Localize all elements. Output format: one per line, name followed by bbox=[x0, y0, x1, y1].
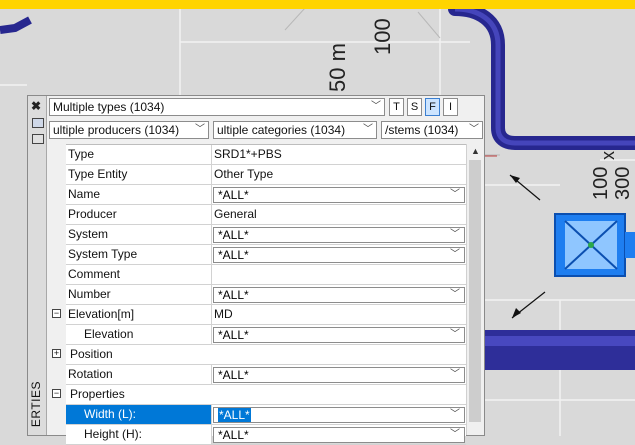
property-label: Comment bbox=[66, 265, 212, 284]
system-dropdown[interactable]: *ALL* ﹀ bbox=[213, 227, 465, 243]
collapse-icon[interactable]: − bbox=[52, 389, 61, 398]
toggle-s-button[interactable]: S bbox=[407, 98, 422, 116]
dimension-label-x: x bbox=[598, 151, 618, 160]
property-row-height[interactable]: Height (H): *ALL* ﹀ bbox=[66, 425, 466, 445]
group-label: Properties bbox=[66, 385, 466, 404]
producers-select-value: ultiple producers (1034) bbox=[53, 123, 180, 137]
property-value: MD bbox=[214, 307, 233, 321]
property-label: Name bbox=[66, 185, 212, 204]
elevation-dropdown[interactable]: *ALL* ﹀ bbox=[213, 327, 465, 343]
chevron-down-icon: ﹀ bbox=[450, 229, 460, 240]
property-label: Rotation bbox=[66, 365, 212, 384]
chevron-down-icon: ﹀ bbox=[450, 369, 460, 380]
expand-icon[interactable]: + bbox=[52, 349, 61, 358]
property-row-number[interactable]: Number *ALL* ﹀ bbox=[66, 285, 466, 305]
dropdown-value: *ALL* bbox=[218, 288, 249, 302]
dropdown-value: *ALL* bbox=[218, 248, 249, 262]
property-label: Producer bbox=[66, 205, 212, 224]
chevron-down-icon: ﹀ bbox=[450, 329, 460, 340]
property-row-system-type[interactable]: System Type *ALL* ﹀ bbox=[66, 245, 466, 265]
toggle-t-button[interactable]: T bbox=[389, 98, 404, 116]
palette-side-strip: ✖ ERTIES bbox=[28, 96, 47, 435]
chevron-down-icon: ﹀ bbox=[469, 124, 479, 135]
chevron-down-icon: ﹀ bbox=[450, 429, 460, 440]
dropdown-value: *ALL* bbox=[218, 408, 251, 422]
toggle-i-button[interactable]: I bbox=[443, 98, 458, 116]
property-label: Type bbox=[66, 145, 212, 164]
property-label: Width (L): bbox=[66, 405, 212, 424]
property-row-system[interactable]: System *ALL* ﹀ bbox=[66, 225, 466, 245]
property-row-comment[interactable]: Comment bbox=[66, 265, 466, 285]
pin-icon[interactable] bbox=[32, 118, 44, 128]
property-row-type[interactable]: Type SRD1*+PBS bbox=[66, 145, 466, 165]
palette-title: ERTIES bbox=[29, 380, 43, 427]
property-row-type-entity[interactable]: Type Entity Other Type bbox=[66, 165, 466, 185]
dropdown-value: *ALL* bbox=[218, 428, 249, 442]
scroll-up-icon[interactable]: ▲ bbox=[471, 146, 480, 156]
chevron-down-icon: ﹀ bbox=[363, 124, 373, 135]
property-value: Other Type bbox=[214, 167, 274, 181]
property-label: Height (H): bbox=[66, 425, 212, 444]
chevron-down-icon: ﹀ bbox=[450, 189, 460, 200]
property-row-name[interactable]: Name *ALL* ﹀ bbox=[66, 185, 466, 205]
property-row-producer[interactable]: Producer General bbox=[66, 205, 466, 225]
close-icon[interactable]: ✖ bbox=[31, 99, 41, 113]
property-label: Elevation bbox=[66, 325, 212, 344]
property-label: System bbox=[66, 225, 212, 244]
categories-select[interactable]: ultiple categories (1034) ﹀ bbox=[213, 121, 377, 139]
property-label: Number bbox=[66, 285, 212, 304]
property-label: System Type bbox=[66, 245, 212, 264]
type-select-value: Multiple types (1034) bbox=[53, 100, 165, 114]
name-dropdown[interactable]: *ALL* ﹀ bbox=[213, 187, 465, 203]
chevron-down-icon: ﹀ bbox=[195, 124, 205, 135]
property-value: SRD1*+PBS bbox=[214, 147, 282, 161]
systems-select[interactable]: /stems (1034) ﹀ bbox=[381, 121, 483, 139]
property-value: General bbox=[214, 207, 257, 221]
number-dropdown[interactable]: *ALL* ﹀ bbox=[213, 287, 465, 303]
dimension-label-300: 300 bbox=[612, 166, 634, 200]
height-dropdown[interactable]: *ALL* ﹀ bbox=[213, 427, 465, 443]
width-dropdown[interactable]: *ALL* ﹀ bbox=[213, 407, 465, 423]
dimension-label-100-top: 100 bbox=[370, 18, 395, 55]
group-label: Position bbox=[66, 345, 466, 364]
dropdown-value: *ALL* bbox=[218, 228, 249, 242]
dropdown-value: *ALL* bbox=[218, 328, 249, 342]
property-label: Type Entity bbox=[66, 165, 212, 184]
property-row-rotation[interactable]: Rotation *ALL* ﹀ bbox=[66, 365, 466, 385]
rotation-dropdown[interactable]: *ALL* ﹀ bbox=[213, 367, 465, 383]
properties-grid[interactable]: Type SRD1*+PBS Type Entity Other Type Na… bbox=[52, 144, 466, 445]
system-type-dropdown[interactable]: *ALL* ﹀ bbox=[213, 247, 465, 263]
type-select[interactable]: Multiple types (1034) ﹀ bbox=[49, 98, 385, 116]
toggle-f-button[interactable]: F bbox=[425, 98, 440, 116]
categories-select-value: ultiple categories (1034) bbox=[217, 123, 346, 137]
grid-scrollbar[interactable]: ▲ bbox=[466, 144, 484, 435]
scrollbar-thumb[interactable] bbox=[469, 160, 481, 422]
properties-menu-icon[interactable] bbox=[32, 134, 44, 144]
collapse-icon[interactable]: − bbox=[52, 309, 61, 318]
dropdown-value: *ALL* bbox=[218, 368, 249, 382]
comment-field[interactable] bbox=[212, 265, 466, 284]
chevron-down-icon: ﹀ bbox=[450, 409, 460, 420]
dropdown-value: *ALL* bbox=[218, 188, 249, 202]
property-row-width[interactable]: Width (L): *ALL* ﹀ bbox=[66, 405, 466, 425]
dimension-label-50m: 50 m bbox=[325, 43, 350, 92]
top-highlight-bar bbox=[0, 0, 635, 9]
property-row-elevation-group[interactable]: − Elevation[m] MD bbox=[52, 305, 466, 325]
chevron-down-icon: ﹀ bbox=[450, 289, 460, 300]
property-label: Elevation[m] bbox=[66, 305, 212, 324]
chevron-down-icon: ﹀ bbox=[450, 249, 460, 260]
properties-palette[interactable]: ✖ ERTIES Multiple types (1034) ﹀ T S F I… bbox=[27, 95, 485, 445]
dimension-label-100-right: 100 bbox=[590, 166, 612, 200]
chevron-down-icon: ﹀ bbox=[371, 101, 381, 112]
systems-select-value: /stems (1034) bbox=[385, 123, 459, 137]
property-group-properties[interactable]: − Properties bbox=[52, 385, 466, 405]
producers-select[interactable]: ultiple producers (1034) ﹀ bbox=[49, 121, 209, 139]
property-row-elevation[interactable]: Elevation *ALL* ﹀ bbox=[66, 325, 466, 345]
property-group-position[interactable]: + Position bbox=[52, 345, 466, 365]
